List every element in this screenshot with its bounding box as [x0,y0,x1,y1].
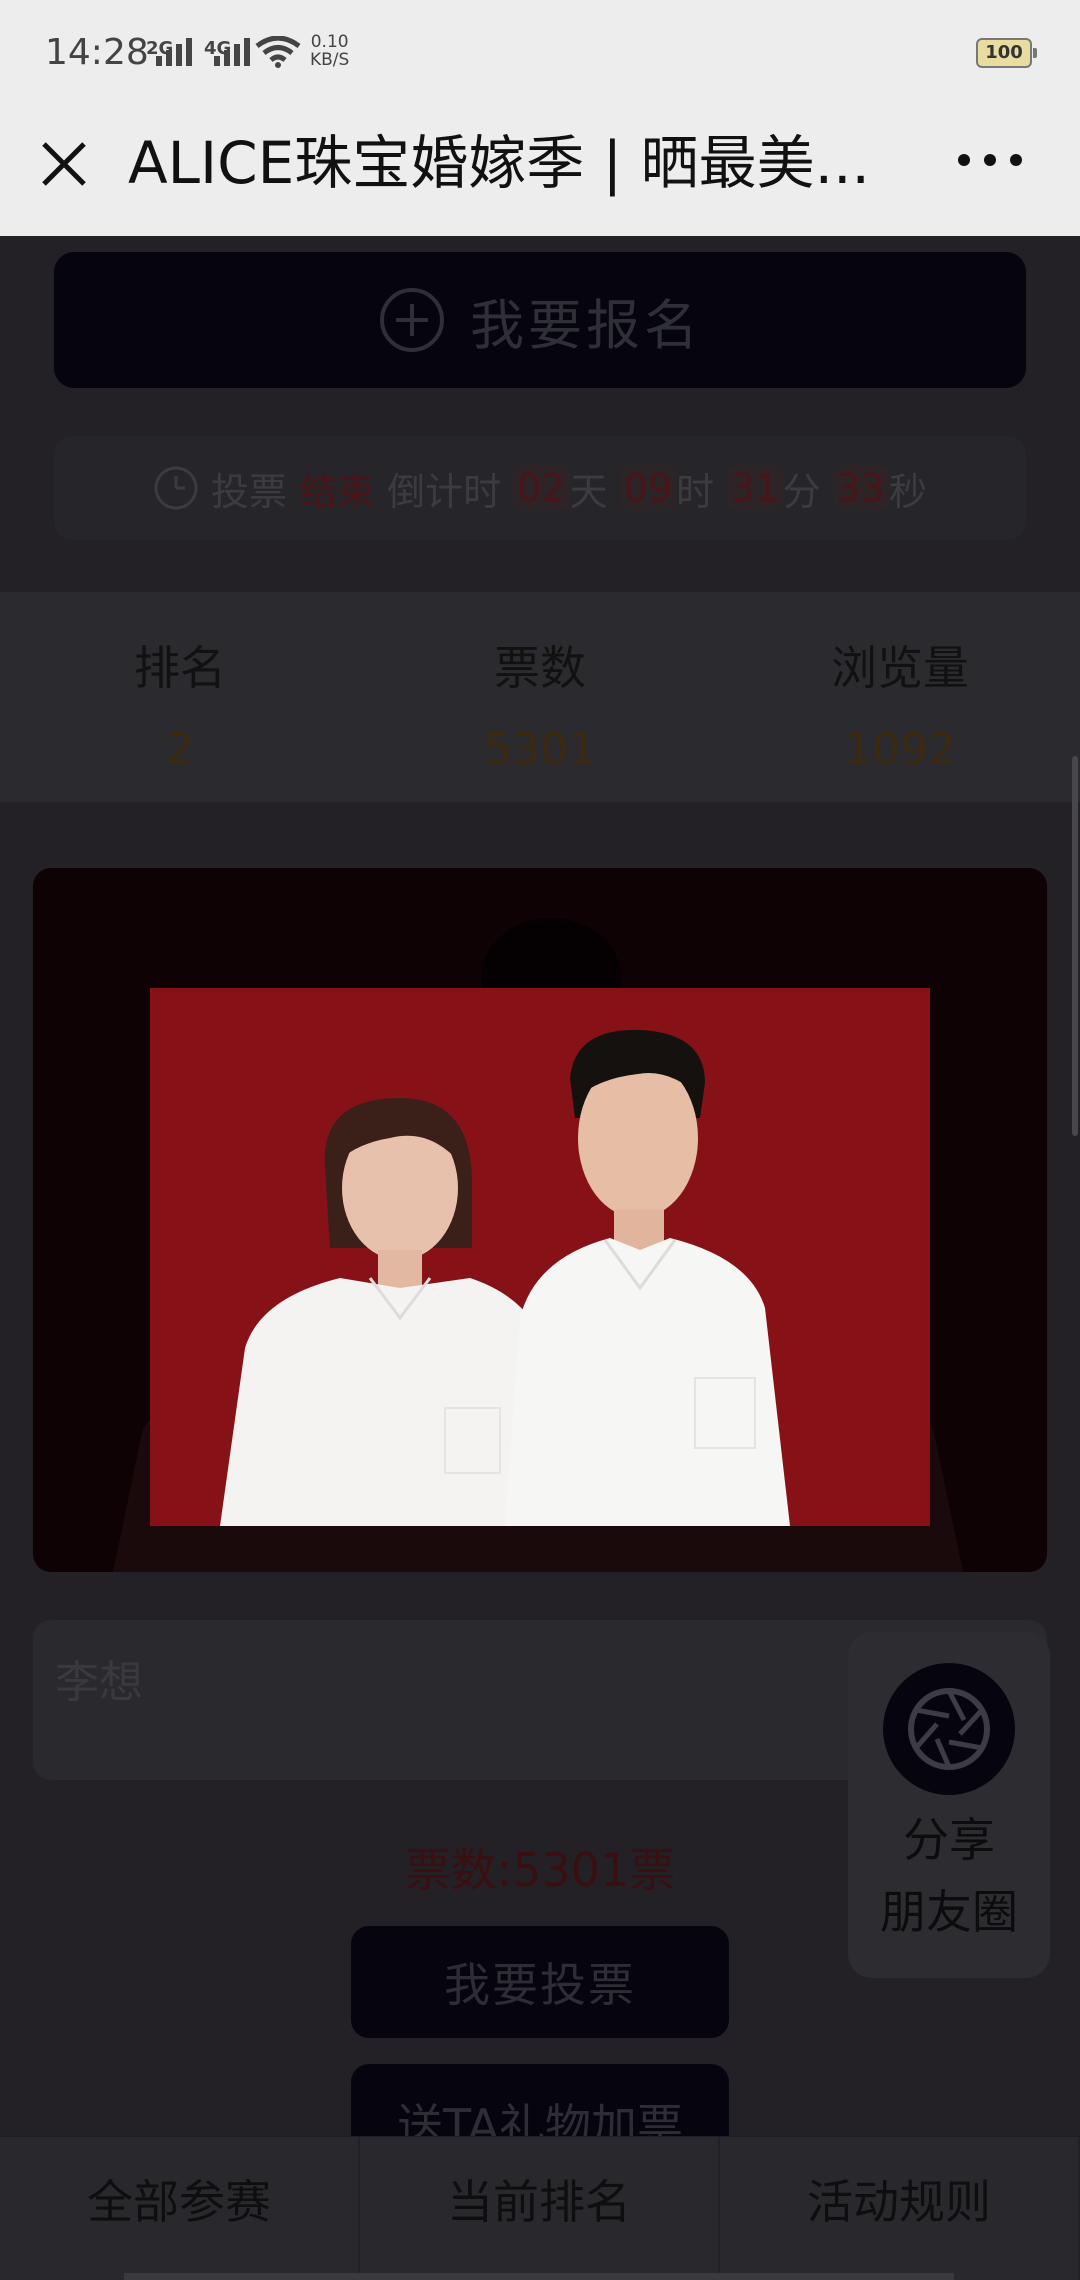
share-moments-button[interactable]: 分享 朋友圈 [848,1632,1050,1978]
stat-views: 浏览量 1092 [720,592,1080,775]
battery-icon: 100 [976,38,1037,68]
stat-rank-label: 排名 [134,641,226,695]
title-bar: ALICE珠宝婚嫁季 | 晒最美... [0,110,1080,237]
vote-button[interactable]: 我要投票 [351,1926,729,2038]
stat-views-label: 浏览量 [831,641,969,695]
entry-photo-frame [33,868,1047,1572]
page-title: ALICE珠宝婚嫁季 | 晒最美... [128,129,870,197]
stat-rank: 排名 2 [0,592,360,775]
camera-aperture-icon [883,1663,1015,1795]
home-indicator [124,2273,954,2280]
network-speed: 0.10 KB/S [310,33,349,69]
countdown-days-unit: 天 [569,469,608,514]
countdown-status: 结束 [299,469,376,514]
nav-activity-rules[interactable]: 活动规则 [720,2137,1080,2280]
more-icon[interactable] [958,154,1022,166]
countdown-minutes-unit: 分 [782,469,821,514]
wifi-icon [255,36,301,68]
status-bar: 14:28 2G 4G 0.10 KB/S 100 [0,0,1080,110]
countdown-prefix: 投票 [210,469,287,514]
countdown-minutes: 31 [726,466,783,510]
speed-unit: KB/S [310,50,350,70]
scrollbar[interactable] [1072,756,1078,1136]
entry-votes: 票数:5301票 [404,1843,676,1897]
signup-label: 我要报名 [470,293,702,357]
stat-votes-label: 票数 [494,641,586,695]
nav-current-ranking[interactable]: 当前排名 [360,2137,720,2280]
signal-bars-icon [156,36,192,66]
vote-countdown: 投票 结束 倒计时 02 天 09 时 31 分 33 秒 [54,436,1026,540]
entry-photo[interactable] [150,988,930,1526]
countdown-days: 02 [513,466,570,510]
signal-bars-icon-2 [214,36,250,66]
countdown-middle: 倒计时 [387,469,502,514]
close-icon[interactable] [36,136,92,192]
signup-button[interactable]: 我要报名 [54,252,1026,388]
nav-all-entries[interactable]: 全部参赛 [0,2137,360,2280]
stat-votes-value: 5301 [484,724,596,775]
stat-votes: 票数 5301 [360,592,720,775]
entry-name: 李想 [55,1657,143,1708]
page-content: 我要报名 投票 结束 倒计时 02 天 09 时 31 分 33 秒 排名 2 … [0,236,1080,2280]
status-time: 14:28 [45,32,149,73]
countdown-hours: 09 [619,466,677,510]
couple-photo-illustration [150,988,930,1526]
countdown-seconds: 33 [832,466,890,510]
stats-panel: 排名 2 票数 5301 浏览量 1092 [0,592,1080,802]
countdown-hours-unit: 时 [676,469,715,514]
clock-icon [154,466,198,510]
speed-value: 0.10 [310,32,349,52]
plus-circle-icon [380,288,444,352]
stat-views-value: 1092 [844,724,956,775]
stat-rank-value: 2 [166,724,194,775]
countdown-seconds-unit: 秒 [889,469,928,514]
bottom-nav: 全部参赛 当前排名 活动规则 [0,2136,1080,2280]
